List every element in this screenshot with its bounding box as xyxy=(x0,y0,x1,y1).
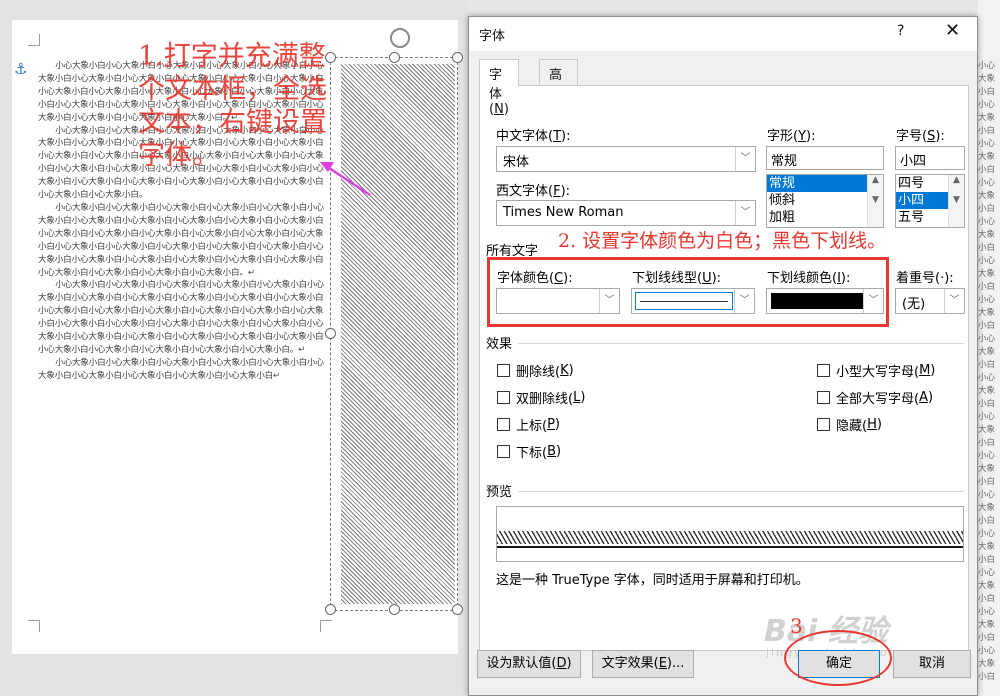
divider xyxy=(518,343,964,344)
chevron-down-icon[interactable]: ﹀ xyxy=(735,147,755,171)
document-area: ⚓ 小心大象小白小心大象小白小心大象小白小心大象小白小心大象小白小心大象小白小心… xyxy=(0,0,468,696)
resize-handle[interactable] xyxy=(452,52,463,63)
preview-text-sample xyxy=(497,531,963,544)
checkbox-box[interactable] xyxy=(497,445,510,458)
help-button[interactable]: ? xyxy=(897,23,904,39)
chevron-down-icon[interactable]: ﹀ xyxy=(734,289,754,313)
annotation-ellipse xyxy=(784,630,892,686)
effects-section-label: 效果 xyxy=(486,337,513,352)
preview-underline xyxy=(497,546,963,548)
font-size-label: 字号(S): xyxy=(896,129,945,144)
emphasis-mark-value: (无) xyxy=(902,297,926,312)
resize-handle[interactable] xyxy=(325,328,336,339)
checkbox-box[interactable] xyxy=(497,364,510,377)
annotation-step-1: 1.打字并充满整个文本框，全选文本，右键设置字体。 xyxy=(138,41,327,171)
superscript-checkbox[interactable]: 上标(P) xyxy=(497,415,560,434)
text-box[interactable] xyxy=(330,57,458,611)
underline-color-label: 下划线颜色(I): xyxy=(767,271,851,286)
checkbox-box[interactable] xyxy=(497,391,510,404)
font-style-label: 字形(Y): xyxy=(767,129,816,144)
list-item[interactable]: 倾斜 xyxy=(767,192,883,209)
chevron-down-icon[interactable]: ﹀ xyxy=(863,289,883,313)
document-right-edge: 小心大象小白小心大象小白小心大象小白小心大象小白小心大象小白小心大象小白小心大象… xyxy=(978,0,1000,696)
font-color-label: 字体颜色(C): xyxy=(497,271,573,286)
small-caps-checkbox[interactable]: 小型大写字母(M) xyxy=(817,361,935,380)
paragraph: 小心大象小白小心大象小白小心大象小白小心大象小白小心大象小白小心大象小白小心大象… xyxy=(38,280,324,355)
scrollbar[interactable]: ▲ ▼ xyxy=(948,175,964,227)
chevron-down-icon[interactable]: ﹀ xyxy=(599,289,619,313)
underline-color-swatch xyxy=(771,293,863,309)
underline-color-select[interactable]: ﹀ xyxy=(766,288,884,314)
annotation-arrow xyxy=(320,162,371,197)
font-size-list[interactable]: 四号 小四 五号 ▲ ▼ xyxy=(895,174,965,228)
checkbox-box[interactable] xyxy=(817,364,830,377)
emphasis-mark-label: 着重号(·): xyxy=(896,271,954,286)
subscript-checkbox[interactable]: 下标(B) xyxy=(497,442,561,461)
checkbox-box[interactable] xyxy=(497,418,510,431)
rotate-handle[interactable] xyxy=(390,28,410,48)
cancel-button[interactable]: 取消 xyxy=(893,650,971,678)
preview-note: 这是一种 TrueType 字体，同时适用于屏幕和打印机。 xyxy=(496,573,809,588)
font-preview xyxy=(496,506,964,562)
font-dialog: 字体 ? ✕ 字体(N) 高级(V) xyxy=(468,16,978,696)
paragraph: 小心大象小白小心大象小白小心大象小白小心大象小白小心大象小白小心大象小白小心大象… xyxy=(38,357,324,381)
resize-handle[interactable] xyxy=(389,604,400,615)
dialog-title: 字体 xyxy=(479,29,506,44)
chevron-down-icon[interactable]: ﹀ xyxy=(735,201,755,225)
chevron-down-icon[interactable]: ﹀ xyxy=(944,289,964,313)
document-text-fragment: 小心大象小白小心大象小白小心大象小白小心大象小白小心大象小白小心大象小白小心大象… xyxy=(978,61,996,682)
emphasis-mark-select[interactable]: (无) ﹀ xyxy=(895,288,965,314)
font-size-input[interactable]: 小四 xyxy=(895,146,965,170)
anchor-icon: ⚓ xyxy=(14,60,28,78)
font-color-select[interactable]: ﹀ xyxy=(496,288,620,314)
list-item[interactable]: 加粗 xyxy=(767,209,883,226)
close-button[interactable]: ✕ xyxy=(945,20,960,41)
crop-mark xyxy=(28,34,40,46)
resize-handle[interactable] xyxy=(325,604,336,615)
tab-advanced[interactable]: 高级(V) xyxy=(539,59,579,117)
all-caps-checkbox[interactable]: 全部大写字母(A) xyxy=(817,388,933,407)
underline-style-swatch xyxy=(635,292,733,310)
paragraph: 小心大象小白小心大象小白小心大象小白小心大象小白小心大象小白小心大象小白小心大象… xyxy=(38,202,324,278)
western-font-value: Times New Roman xyxy=(503,205,624,220)
chinese-font-select[interactable]: 宋体 ﹀ xyxy=(496,146,756,172)
checkbox-box[interactable] xyxy=(817,418,830,431)
underline-sample-line xyxy=(640,301,728,302)
scrollbar[interactable]: ▲ ▼ xyxy=(867,175,883,227)
western-font-label: 西文字体(F): xyxy=(496,184,571,199)
preview-section-label: 预览 xyxy=(486,485,513,500)
chinese-font-label: 中文字体(T): xyxy=(496,129,571,144)
tab-font[interactable]: 字体(N) xyxy=(479,59,519,117)
underline-style-select[interactable]: ﹀ xyxy=(631,288,755,314)
double-strikethrough-checkbox[interactable]: 双删除线(L) xyxy=(497,388,585,407)
font-style-list[interactable]: 常规 倾斜 加粗 ▲ ▼ xyxy=(766,174,884,228)
western-font-select[interactable]: Times New Roman ﹀ xyxy=(496,200,756,226)
annotation-step-2: 2. 设置字体颜色为白色；黑色下划线。 xyxy=(558,230,887,252)
strikethrough-checkbox[interactable]: 删除线(K) xyxy=(497,361,574,380)
annotation-step-3: 3 xyxy=(790,614,803,638)
list-item[interactable]: 常规 xyxy=(767,175,883,192)
set-default-button[interactable]: 设为默认值(D) xyxy=(477,650,581,678)
text-effects-button[interactable]: 文字效果(E)... xyxy=(592,650,694,678)
resize-handle[interactable] xyxy=(452,604,463,615)
hidden-checkbox[interactable]: 隐藏(H) xyxy=(817,415,882,434)
text-box-fill xyxy=(341,64,455,604)
checkbox-box[interactable] xyxy=(817,391,830,404)
chinese-font-value: 宋体 xyxy=(503,155,530,170)
font-style-input[interactable]: 常规 xyxy=(766,146,884,170)
divider xyxy=(518,491,964,492)
dialog-titlebar: 字体 ? ✕ xyxy=(469,17,977,51)
resize-handle[interactable] xyxy=(389,52,400,63)
underline-style-label: 下划线线型(U): xyxy=(632,271,722,286)
